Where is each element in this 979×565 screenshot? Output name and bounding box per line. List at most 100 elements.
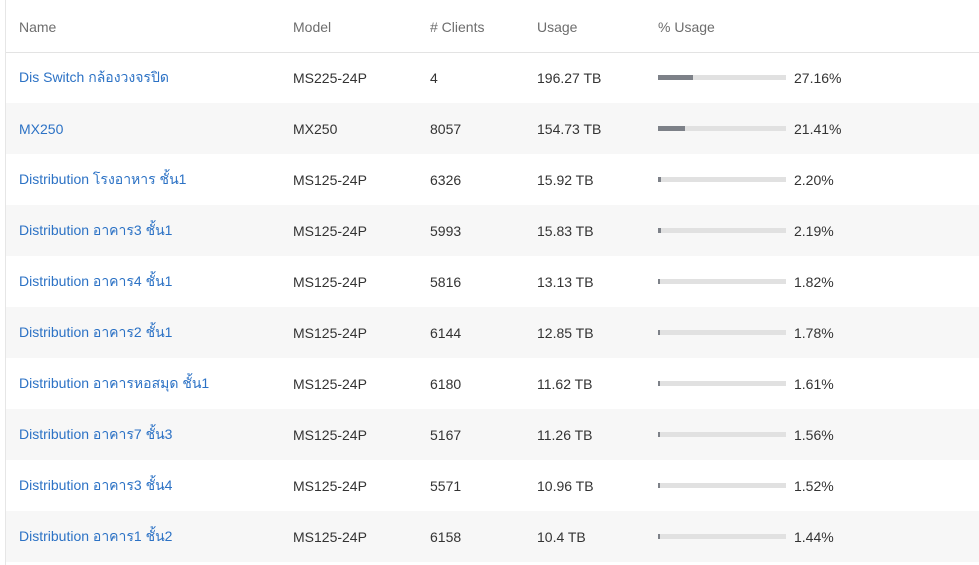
cell-usage: 10.4 TB [537,528,586,545]
usage-bar-wrapper: 2.20% [658,172,979,188]
usage-bar-track [658,75,786,81]
cell-usage: 10.96 TB [537,477,594,494]
cell-usage: 11.26 TB [537,426,593,443]
cell-clients: 6158 [430,528,462,545]
usage-bar-wrapper: 1.61% [658,376,979,392]
device-name-link[interactable]: Distribution อาคาร4 ชั้น1 [19,273,172,289]
table-row[interactable]: MX250 MX250 8057 154.73 TB 21.41% [6,103,979,154]
table-row[interactable]: Distribution อาคาร4 ชั้น1 MS125-24P 5816 13… [6,256,979,307]
usage-bar-wrapper: 1.44% [658,529,979,545]
cell-model: MS125-24P [293,222,367,239]
usage-percent-label: 27.16% [794,69,842,86]
cell-clients: 4 [430,69,438,86]
usage-percent-label: 1.56% [794,426,834,443]
cell-name: Distribution อาคาร3 ชั้น1 [6,205,293,256]
usage-bar-track [658,432,786,437]
table-row[interactable]: Distribution อาคาร3 ชั้น4 MS125-24P 5571 10… [6,460,979,511]
usage-bar-wrapper: 1.78% [658,325,979,341]
cell-name: Distribution อาคาร2 ชั้น1 [6,307,293,358]
usage-bar-fill [658,75,693,81]
usage-bar-fill [658,228,661,233]
cell-name: Distribution โรงอาหาร ชั้น1 [6,154,293,205]
usage-bar-fill [658,381,661,386]
usage-bar-wrapper: 27.16% [658,70,979,86]
cell-model: MS125-24P [293,273,367,290]
header-pct-usage[interactable]: % Usage [658,3,979,53]
usage-bar-track [658,330,786,335]
cell-usage: 13.13 TB [537,273,594,290]
header-model[interactable]: Model [293,3,430,53]
cell-model: MS125-24P [293,324,367,341]
usage-bar-fill [658,330,661,335]
device-name-link[interactable]: MX250 [19,121,63,137]
table-row[interactable]: Distribution อาคาร7 ชั้น3 MS125-24P 5167 11… [6,409,979,460]
device-name-link[interactable]: Distribution โรงอาหาร ชั้น1 [19,171,186,187]
usage-bar-wrapper: 1.52% [658,478,979,494]
header-name[interactable]: Name [6,3,293,53]
table-row[interactable]: Distribution อาคารหอสมุด ชั้น1 MS125-24P 6… [6,358,979,409]
table-row[interactable]: Distribution อาคาร3 ชั้น1 MS125-24P 5993 15… [6,205,979,256]
usage-bar-fill [658,432,660,437]
cell-name: MX250 [6,103,293,154]
cell-clients: 6180 [430,375,462,392]
header-usage[interactable]: Usage [537,3,658,53]
usage-percent-label: 1.44% [794,528,834,545]
cell-usage: 11.62 TB [537,375,593,392]
cell-name: Distribution อาคาร4 ชั้น1 [6,256,293,307]
cell-usage: 15.83 TB [537,222,594,239]
cell-clients: 6326 [430,171,462,188]
usage-bar-track [658,177,786,182]
usage-bar-track [658,534,786,539]
cell-model: MS225-24P [293,69,367,86]
usage-bar-track [658,126,786,131]
device-name-link[interactable]: Dis Switch กล้องวงจรปิด [19,69,169,85]
table-row[interactable]: Dis Switch กล้องวงจรปิด MS225-24P 4 196.27 … [6,52,979,103]
cell-usage: 154.73 TB [537,120,602,137]
cell-name: Distribution อาคาร1 ชั้น2 [6,511,293,562]
usage-bar-track [658,483,786,488]
cell-name: Dis Switch กล้องวงจรปิด [6,52,293,103]
cell-name: Distribution อาคาร3 ชั้น4 [6,460,293,511]
device-name-link[interactable]: Distribution อาคาร7 ชั้น3 [19,426,172,442]
table-row[interactable]: Distribution อาคาร1 ชั้น2 MS125-24P 6158 10… [6,511,979,562]
device-name-link[interactable]: Distribution อาคาร3 ชั้น4 [19,477,172,493]
cell-model: MS125-24P [293,528,367,545]
usage-percent-label: 1.61% [794,375,834,392]
device-name-link[interactable]: Distribution อาคารหอสมุด ชั้น1 [19,375,209,391]
cell-model: MS125-24P [293,426,367,443]
table-row[interactable]: Distribution โรงอาหาร ชั้น1 MS125-24P 6326… [6,154,979,205]
cell-name: Distribution อาคารหอสมุด ชั้น1 [6,358,293,409]
cell-clients: 5993 [430,222,462,239]
device-name-link[interactable]: Distribution อาคาร1 ชั้น2 [19,528,172,544]
cell-model: MS125-24P [293,477,367,494]
header-clients[interactable]: # Clients [430,3,537,53]
usage-bar-wrapper: 21.41% [658,121,979,137]
table-row[interactable]: Distribution อาคาร2 ชั้น1 MS125-24P 6144 12… [6,307,979,358]
cell-model: MX250 [293,120,338,137]
usage-bar-fill [658,534,660,539]
cell-usage: 196.27 TB [537,69,602,86]
cell-clients: 5167 [430,426,462,443]
usage-bar-track [658,279,786,284]
cell-clients: 5816 [430,273,462,290]
device-name-link[interactable]: Distribution อาคาร2 ชั้น1 [19,324,172,340]
cell-pct-usage: 1.56% [658,409,979,460]
usage-percent-label: 1.82% [794,273,834,290]
device-name-link[interactable]: Distribution อาคาร3 ชั้น1 [19,222,172,238]
usage-bar-wrapper: 1.82% [658,274,979,290]
cell-usage: 12.85 TB [537,324,594,341]
usage-bar-track [658,228,786,233]
device-usage-table: Name Model # Clients Usage % Usage Dis S… [6,3,979,562]
usage-bar-fill [658,483,660,488]
cell-pct-usage: 1.44% [658,511,979,562]
cell-pct-usage: 27.16% [658,52,979,103]
cell-clients: 6144 [430,324,462,341]
cell-pct-usage: 2.20% [658,154,979,205]
usage-table-panel: Name Model # Clients Usage % Usage Dis S… [0,0,979,565]
usage-bar-track [658,381,786,386]
usage-percent-label: 1.78% [794,324,834,341]
usage-bar-fill [658,177,661,182]
cell-usage: 15.92 TB [537,171,594,188]
table-header-row: Name Model # Clients Usage % Usage [6,3,979,53]
cell-pct-usage: 1.78% [658,307,979,358]
